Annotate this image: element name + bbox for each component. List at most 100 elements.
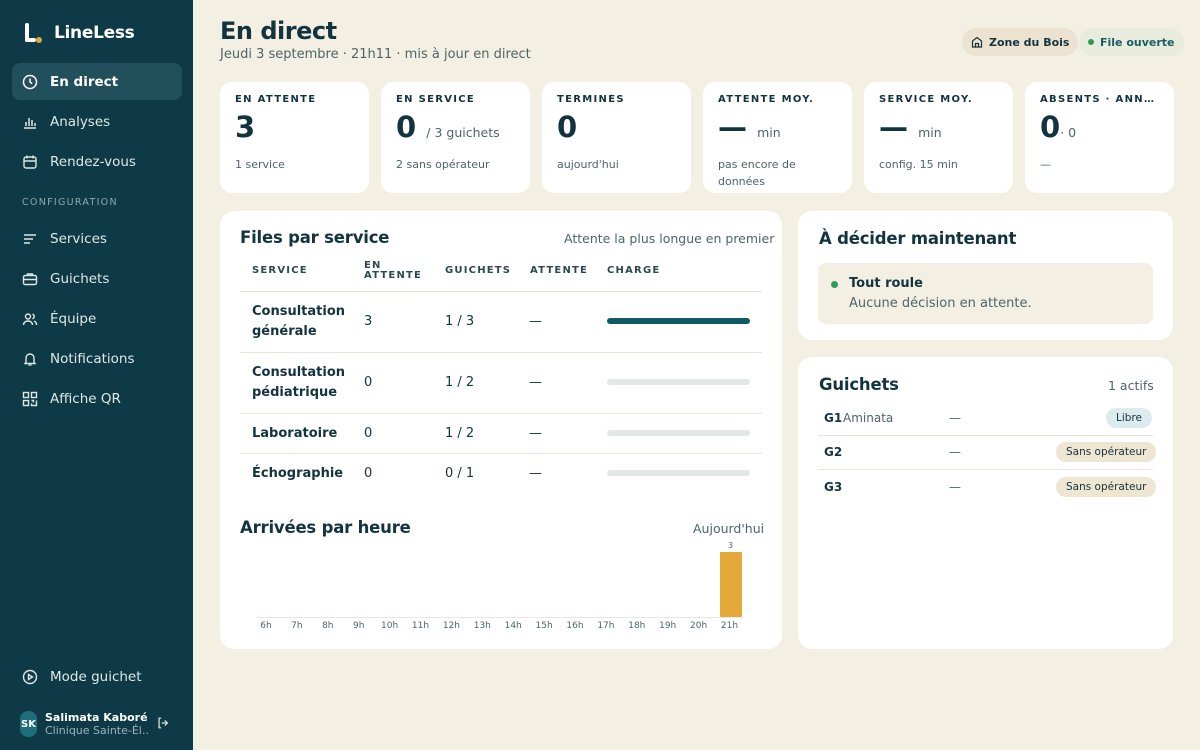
x-tick-label: 12h <box>442 621 460 631</box>
nav-item-label: Rendez-vous <box>50 153 136 170</box>
row-counters: 0 / 1 <box>445 466 475 481</box>
page-subtitle: Jeudi 3 septembre · 21h11 · mis à jour e… <box>220 47 531 62</box>
arrivals-meta: Aujourd'hui <box>693 521 765 536</box>
x-tick-label: 13h <box>473 621 491 631</box>
counter-operator: Aminata <box>843 411 894 425</box>
chart-bar <box>719 552 742 617</box>
row-counters: 1 / 2 <box>445 426 475 441</box>
stat-note: pas encore de données <box>718 158 796 188</box>
col-header-charge: CHARGE <box>607 265 661 276</box>
clock-icon <box>22 74 38 89</box>
calendar-icon <box>23 155 37 169</box>
user-name: Salimata Kaboré <box>45 711 148 724</box>
data-label: 3 <box>727 541 734 550</box>
nav-item-en-direct[interactable]: En direct <box>12 63 182 100</box>
load-bar <box>607 318 750 324</box>
stat-note: config. 15 min <box>879 158 958 171</box>
briefcase-icon <box>22 272 38 285</box>
table-row[interactable] <box>240 453 762 454</box>
decide-title: À décider maintenant <box>819 229 1017 248</box>
nav-item-rendez-vous[interactable]: Rendez-vous <box>12 143 182 180</box>
status-badge: Libre <box>1106 408 1152 428</box>
user-profile[interactable]: SK Salimata Kaboré Clinique Sainte-Él… <box>20 711 149 737</box>
status-chip-label: File ouverte <box>1100 35 1175 49</box>
qr-icon <box>22 391 38 406</box>
row-counters: 1 / 3 <box>445 314 475 329</box>
table-row[interactable] <box>240 352 762 353</box>
zone-chip[interactable]: Zone du Bois <box>962 28 1079 56</box>
load-bar <box>607 430 750 436</box>
play-circle-icon <box>22 669 38 684</box>
x-tick-label: 20h <box>690 621 708 631</box>
row-waiting: 0 <box>364 375 373 390</box>
stat-card-absents: ABSENTS · ANNULÉS 0· 0 — <box>1025 82 1174 193</box>
stat-label: ABSENTS · ANNULÉS <box>1040 94 1159 105</box>
decide-status-text: Aucune décision en attente. <box>849 296 1032 311</box>
nav-item-label: Notifications <box>50 350 135 367</box>
nav-item-label: Analyses <box>50 113 111 130</box>
nav-item-mode-guichet[interactable]: Mode guichet <box>12 658 182 695</box>
row-waiting: 0 <box>364 426 373 441</box>
nav-item-label: Équipe <box>50 310 97 327</box>
stat-card-en-attente: EN ATTENTE 3 1 service <box>220 82 369 193</box>
counters-meta: 1 actifs <box>1108 378 1154 393</box>
stat-card-termines: TERMINÉS 0 aujourd'hui <box>542 82 691 193</box>
table-row[interactable] <box>240 291 762 292</box>
nav-section-configuration: CONFIGURATION <box>22 197 118 208</box>
nav-item-label: Guichets <box>50 270 110 287</box>
row-wait: — <box>529 426 542 441</box>
stat-label: TERMINÉS <box>557 94 625 105</box>
row-counters: 1 / 2 <box>445 375 475 390</box>
nav-item-label: Affiche QR <box>50 390 121 407</box>
nav-item-services[interactable]: Services <box>12 220 182 257</box>
app-name: LineLess <box>54 23 135 43</box>
x-tick-label: 16h <box>566 621 584 631</box>
x-tick-label: 6h <box>260 621 272 631</box>
x-tick-label: 7h <box>291 621 303 631</box>
chart-axis-line <box>256 617 744 618</box>
status-dot-icon <box>831 281 838 288</box>
stat-label: ATTENTE MOY. <box>718 94 815 105</box>
nav-item-analyses[interactable]: Analyses <box>12 103 182 140</box>
load-bar <box>607 470 750 476</box>
nav-item-guichets[interactable]: Guichets <box>12 260 182 297</box>
row-wait: — <box>529 466 542 481</box>
load-bar-fill <box>607 318 750 324</box>
nav-item-label: En direct <box>50 73 119 90</box>
counter-id: G1 <box>824 411 843 425</box>
col-header-attente: ATTENTE <box>530 265 589 276</box>
nav-item-notifications[interactable]: Notifications <box>12 340 182 377</box>
bar-chart-icon <box>24 117 36 129</box>
brand[interactable]: LineLess <box>22 22 135 44</box>
x-tick-label: 19h <box>659 621 677 631</box>
decide-status-title: Tout roule <box>849 276 923 291</box>
table-row[interactable] <box>240 413 762 414</box>
stat-value: 3 <box>235 110 256 144</box>
col-header-en-attente: EN ATTENTE <box>364 260 423 281</box>
list-icon <box>24 233 36 244</box>
avatar: SK <box>20 711 37 737</box>
col-header-service: SERVICE <box>252 265 308 276</box>
x-tick-label: 14h <box>504 621 522 631</box>
nav-item-equipe[interactable]: Équipe <box>12 300 182 337</box>
page-title: En direct <box>220 17 337 45</box>
bell-icon <box>23 352 37 366</box>
col-header-guichets: GUICHETS <box>445 265 512 276</box>
stat-label: EN ATTENTE <box>235 94 317 105</box>
logout-icon[interactable] <box>156 716 170 730</box>
row-waiting: 0 <box>364 466 373 481</box>
status-chip[interactable]: File ouverte <box>1079 28 1184 56</box>
x-tick-label: 11h <box>411 621 430 631</box>
stat-value: — min <box>718 110 781 144</box>
nav-item-affiche-qr[interactable]: Affiche QR <box>12 380 182 417</box>
stat-value: 0 <box>557 110 578 144</box>
row-service: Consultation générale <box>252 304 346 339</box>
stat-card-en-service: EN SERVICE 0 / 3 guichets 2 sans opérate… <box>381 82 530 193</box>
counter-id: G2 <box>824 445 843 459</box>
user-org: Clinique Sainte-Él… <box>45 724 149 737</box>
arrivals-title: Arrivées par heure <box>240 518 411 537</box>
queues-title: Files par service <box>240 228 390 247</box>
status-badge: Sans opérateur <box>1056 477 1157 497</box>
stat-label: SERVICE MOY. <box>879 94 973 105</box>
stat-value: 0· 0 <box>1040 110 1077 144</box>
